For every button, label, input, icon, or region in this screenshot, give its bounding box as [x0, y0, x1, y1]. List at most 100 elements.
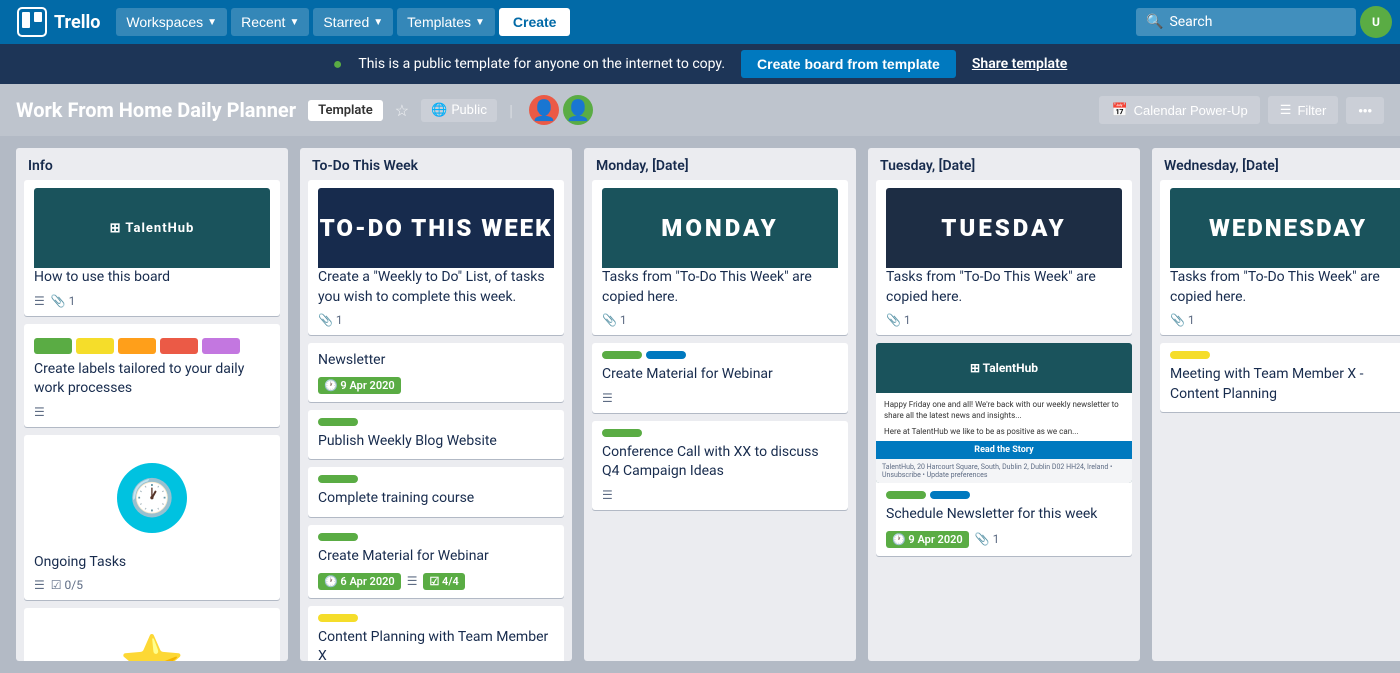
card-cover: TO-DO THIS WEEK [318, 188, 554, 268]
visibility-btn[interactable]: 🌐 Public [421, 99, 497, 122]
create-from-template-btn[interactable]: Create board from template [741, 50, 956, 78]
card[interactable]: Conference Call with XX to discuss Q4 Ca… [592, 421, 848, 510]
description-badge: ☰ [34, 578, 45, 592]
board-title: Work From Home Daily Planner [16, 98, 296, 122]
card-title: How to use this board [34, 268, 270, 288]
card[interactable]: Publish Weekly Blog Website [308, 410, 564, 460]
description-badge: ☰ [602, 488, 613, 502]
starred-btn[interactable]: Starred ▼ [313, 8, 393, 36]
due-date-badge: 🕐 6 Apr 2020 [318, 573, 401, 590]
more-btn[interactable]: ••• [1346, 97, 1384, 124]
checklist-badge: ☑ 4/4 [423, 573, 464, 590]
card[interactable]: TUESDAY Tasks from "To-Do This Week" are… [876, 180, 1132, 335]
create-btn[interactable]: Create [499, 8, 571, 36]
card-cover: MONDAY [602, 188, 838, 268]
card-title: Tasks from "To-Do This Week" are copied … [602, 268, 838, 307]
ellipsis-icon: ••• [1358, 103, 1372, 118]
workspaces-btn[interactable]: Workspaces ▼ [116, 8, 227, 36]
calendar-power-up-btn[interactable]: 📅 Calendar Power-Up [1099, 96, 1259, 124]
star-icon[interactable]: ☆ [395, 101, 409, 120]
chevron-down-icon: ▼ [475, 17, 485, 28]
lock-icon: 🌐 [431, 103, 447, 118]
card-badges: ☰ 📎 1 [34, 294, 270, 308]
card-title: Tasks from "To-Do This Week" are copied … [886, 268, 1122, 307]
calendar-icon: 📅 [1111, 102, 1127, 118]
label-purple [202, 338, 240, 354]
card-badges: 📎 1 [1170, 313, 1400, 327]
card[interactable]: ⊞ TalentHub How to use this board ☰ 📎 1 [24, 180, 280, 316]
nav-logo[interactable]: Trello [8, 2, 108, 42]
color-labels [34, 338, 270, 354]
avatar[interactable]: 👤 [529, 95, 559, 125]
template-banner: ● This is a public template for anyone o… [0, 44, 1400, 84]
search-box[interactable]: 🔍 Search [1136, 8, 1356, 36]
card[interactable]: Create Material for Webinar 🕐 6 Apr 2020… [308, 525, 564, 598]
board-content: Info ⊞ TalentHub How to use this board ☰… [0, 136, 1400, 673]
card-title: Ongoing Tasks [34, 553, 270, 573]
description-badge: ☰ [602, 391, 613, 405]
label-yellow [76, 338, 114, 354]
list-wednesday: Wednesday, [Date] WEDNESDAY Tasks from "… [1152, 148, 1400, 661]
list-header: Wednesday, [Date] [1152, 148, 1400, 180]
card[interactable]: 🕐 Ongoing Tasks ☰ ☑ 0/5 [24, 435, 280, 601]
card-title: Schedule Newsletter for this week [886, 505, 1122, 525]
filter-btn[interactable]: ☰ Filter [1268, 96, 1339, 124]
list-cards: TUESDAY Tasks from "To-Do This Week" are… [868, 180, 1140, 661]
card[interactable]: ⭐ Pirority Tasks ☰ ☑ 0/6 [24, 608, 280, 661]
card-title: Content Planning with Team Member X [318, 628, 554, 661]
share-template-link[interactable]: Share template [972, 56, 1067, 72]
member-avatars: 👤 👤 [529, 95, 593, 125]
card-badges: 📎 1 [602, 313, 838, 327]
card-title: Conference Call with XX to discuss Q4 Ca… [602, 443, 838, 482]
card-title: Publish Weekly Blog Website [318, 432, 554, 452]
card[interactable]: Newsletter 🕐 9 Apr 2020 [308, 343, 564, 402]
label-green [886, 491, 926, 499]
card[interactable]: MONDAY Tasks from "To-Do This Week" are … [592, 180, 848, 335]
card-labels [602, 429, 838, 437]
checklist-count-badge: ☑ 0/5 [51, 578, 83, 592]
templates-btn[interactable]: Templates ▼ [397, 8, 495, 36]
card[interactable]: ⊞ TalentHub Happy Friday one and all! We… [876, 343, 1132, 556]
newsletter-body: Happy Friday one and all! We're back wit… [876, 393, 1132, 441]
card-cover: WEDNESDAY [1170, 188, 1400, 268]
recent-btn[interactable]: Recent ▼ [231, 8, 309, 36]
due-date-badge: 🕐 9 Apr 2020 [318, 377, 401, 394]
label-green [34, 338, 72, 354]
chevron-down-icon: ▼ [373, 17, 383, 28]
label-blue [930, 491, 970, 499]
card-badges: 🕐 9 Apr 2020 📎 1 [886, 531, 1122, 548]
newsletter-header: ⊞ TalentHub [876, 343, 1132, 393]
card-labels [318, 418, 554, 426]
description-badge: ☰ [34, 405, 45, 419]
card[interactable]: Meeting with Team Member X - Content Pla… [1160, 343, 1400, 412]
card-cover: ⊞ TalentHub [34, 188, 270, 268]
trello-wordmark: Trello [54, 12, 100, 33]
label-yellow [318, 614, 358, 622]
attachment-badge: 📎 1 [602, 313, 627, 327]
card[interactable]: Content Planning with Team Member X [308, 606, 564, 661]
list-cards: TO-DO THIS WEEK Create a "Weekly to Do" … [300, 180, 572, 661]
card-labels [318, 475, 554, 483]
card[interactable]: Create Material for Webinar ☰ [592, 343, 848, 413]
chevron-down-icon: ▼ [207, 17, 217, 28]
card[interactable]: Create labels tailored to your daily wor… [24, 324, 280, 427]
card[interactable]: Complete training course [308, 467, 564, 517]
avatar[interactable]: 👤 [563, 95, 593, 125]
list-cards: MONDAY Tasks from "To-Do This Week" are … [584, 180, 856, 661]
card-labels [318, 533, 554, 541]
newsletter-image: ⊞ TalentHub Happy Friday one and all! We… [876, 343, 1132, 483]
list-cards: WEDNESDAY Tasks from "To-Do This Week" a… [1152, 180, 1400, 661]
card-labels [602, 351, 838, 359]
list-monday: Monday, [Date] MONDAY Tasks from "To-Do … [584, 148, 856, 661]
card-icon: 🕐 [34, 443, 270, 553]
card-title: Create Material for Webinar [318, 547, 554, 567]
card[interactable]: WEDNESDAY Tasks from "To-Do This Week" a… [1160, 180, 1400, 335]
label-green [318, 533, 358, 541]
card-badges: ☰ ☑ 0/5 [34, 578, 270, 592]
attachment-badge: 📎 1 [318, 313, 343, 327]
card[interactable]: TO-DO THIS WEEK Create a "Weekly to Do" … [308, 180, 564, 335]
header-right-actions: 📅 Calendar Power-Up ☰ Filter ••• [1099, 96, 1384, 124]
avatar[interactable]: U [1360, 6, 1392, 38]
card-badges: ☰ [34, 405, 270, 419]
newsletter-cta: Read the Story [876, 441, 1132, 459]
